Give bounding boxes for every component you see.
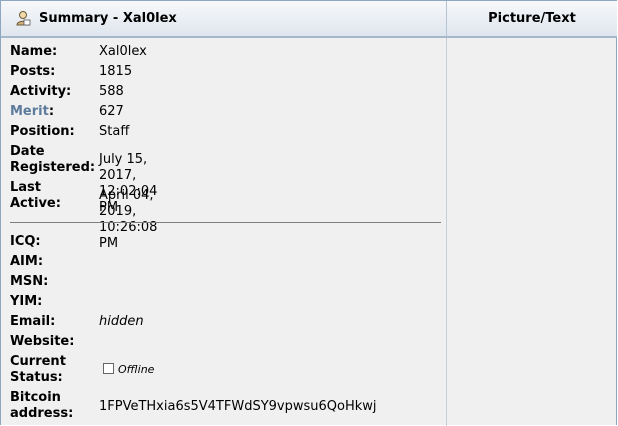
posts-label: Posts:: [10, 64, 56, 79]
merit-link[interactable]: Merit: [10, 104, 49, 119]
panel-header: Summary - Xal0lex Picture/Text: [1, 1, 617, 38]
last-active-value: April 04, 2019, 10:26:08 PM: [99, 188, 158, 251]
yim-label: YIM:: [10, 294, 43, 309]
icq-label: ICQ:: [10, 234, 41, 249]
summary-title: Summary - Xal0lex: [39, 11, 177, 26]
picture-header-cell: Picture/Text: [447, 1, 617, 36]
merit-colon: :: [48, 104, 55, 119]
activity-value: 588: [99, 84, 124, 99]
profile-summary-panel: Summary - Xal0lex Picture/Text Name: Xal…: [0, 0, 617, 426]
email-label: Email:: [10, 314, 56, 329]
merit-label-wrap: Merit:: [10, 104, 54, 120]
bitcoin-label-2: address:: [10, 406, 74, 421]
status-value-wrap: Offline: [103, 362, 223, 378]
activity-label: Activity:: [10, 84, 72, 99]
offline-status-icon: [103, 363, 114, 374]
picture-title: Picture/Text: [488, 11, 576, 26]
section-divider: [10, 222, 441, 223]
msn-label: MSN:: [10, 274, 49, 289]
bitcoin-label-1: Bitcoin: [10, 390, 61, 405]
user-icon: [16, 11, 31, 26]
status-label-1: Current: [10, 354, 66, 369]
last-active-label-1: Last: [10, 180, 42, 195]
website-label: Website:: [10, 334, 75, 349]
date-registered-label-2: Registered:: [10, 160, 96, 175]
status-label-2: Status:: [10, 370, 63, 385]
position-label: Position:: [10, 124, 75, 139]
bitcoin-value: 1FPVeTHxia6s5V4TFWdSY9vpwsu6QoHkwj: [99, 399, 377, 414]
name-label: Name:: [10, 44, 58, 59]
date-registered-label-1: Date: [10, 144, 45, 159]
position-value: Staff: [99, 124, 130, 139]
column-divider: [446, 38, 447, 426]
email-value: hidden: [99, 314, 144, 329]
name-value: Xal0lex: [99, 44, 147, 59]
status-value: Offline: [118, 363, 155, 376]
posts-value: 1815: [99, 64, 133, 79]
summary-header-cell: Summary - Xal0lex: [1, 1, 447, 36]
last-active-label-2: Active:: [10, 196, 61, 211]
merit-value: 627: [99, 104, 124, 119]
aim-label: AIM:: [10, 254, 44, 269]
